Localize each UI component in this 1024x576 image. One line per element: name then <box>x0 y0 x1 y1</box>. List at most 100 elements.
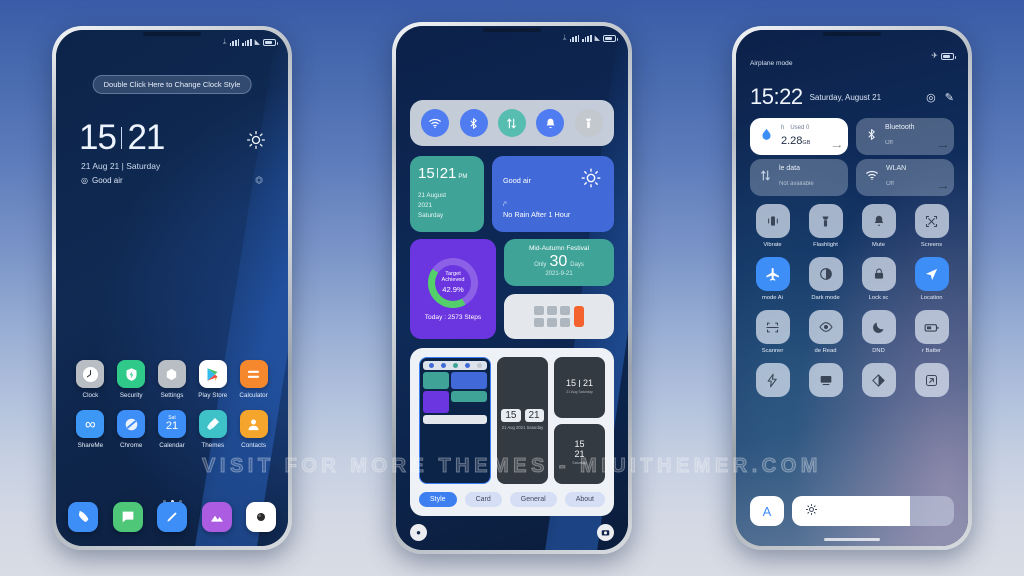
app-label: Themes <box>201 442 225 449</box>
camera-icon[interactable] <box>246 502 276 532</box>
app-clock[interactable]: Clock <box>70 360 111 399</box>
festival-widget[interactable]: Mid-Autumn Festival Only 30 Days 2021-9-… <box>504 239 614 286</box>
refresh-icon[interactable]: ⏣ <box>255 175 263 186</box>
tile-airplane-mode[interactable]: mode Ai <box>750 257 795 301</box>
tab-about[interactable]: About <box>564 492 605 507</box>
calculator-widget[interactable] <box>504 294 614 339</box>
app-label: Calculator <box>239 392 268 399</box>
sun-icon <box>246 130 266 155</box>
pencil-icon[interactable] <box>157 502 187 532</box>
air-quality-text: Good air <box>91 176 123 185</box>
mobile-data-toggle[interactable] <box>497 109 526 137</box>
app-security[interactable]: Security <box>111 360 152 399</box>
bluetooth-tile[interactable]: Bluetooth Off ⟶ <box>856 118 954 155</box>
home-indicator <box>824 538 880 541</box>
tile-flashlight[interactable]: Flashlight <box>803 204 848 248</box>
preview-row-2 <box>423 391 487 413</box>
tile-screenshot[interactable]: Screens <box>909 204 954 248</box>
data-usage-tile[interactable]: h Used 0 2.28GB ⟶ <box>750 118 848 155</box>
phone-center: ᛦ ◣ 15 21 PM 21 August 2021 Saturday Goo… <box>392 22 632 554</box>
bluetooth-toggle[interactable] <box>459 109 488 137</box>
weather-temp: /° <box>503 201 508 208</box>
bluetooth-state: Off <box>885 140 893 146</box>
tile-expand[interactable] <box>909 363 954 401</box>
wlan-tile[interactable]: WLAN Off ⟶ <box>856 159 954 196</box>
wifi-toggle[interactable] <box>421 109 450 137</box>
ring-toggle[interactable] <box>536 109 565 137</box>
app-label: Calendar <box>159 442 185 449</box>
inline-clock-digits: 15 21 <box>566 378 593 388</box>
tile-label: Flashlight <box>813 242 838 248</box>
expand-arrow-icon[interactable]: ⟶ <box>832 143 841 150</box>
tile-battery[interactable]: r Batter <box>909 310 954 354</box>
app-calendar[interactable]: Sat 21 Calendar <box>152 410 193 449</box>
tile-power-saver[interactable] <box>750 363 795 401</box>
flip-clock-card[interactable]: 15 21 21 Aug 2021 Saturday <box>497 357 548 484</box>
app-label: Play Store <box>198 392 228 399</box>
clock-style-hint[interactable]: Double Click Here to Change Clock Style <box>92 75 252 94</box>
flip-hour: 15 <box>501 409 521 423</box>
bluetooth-title: Bluetooth <box>885 124 915 131</box>
expand-arrow-icon[interactable]: ⟶ <box>938 143 947 150</box>
tile-label: Location <box>920 295 943 301</box>
tile-lock-screen[interactable]: Lock sc <box>856 257 901 301</box>
gallery-icon[interactable] <box>201 502 232 532</box>
app-label: ShareMe <box>77 442 104 449</box>
tile-cast[interactable] <box>803 363 848 401</box>
battery-icon <box>914 310 949 344</box>
weather-widget[interactable]: Good air /° No Rain After 1 Hour <box>492 156 614 232</box>
tab-card[interactable]: Card <box>464 492 502 507</box>
inline-minute: 21 <box>583 378 594 389</box>
data-amount-value: 2.28 <box>781 134 803 147</box>
signal-icon <box>229 38 240 46</box>
tab-general[interactable]: General <box>509 492 557 507</box>
tile-contrast[interactable] <box>856 363 901 401</box>
tile-reading-mode[interactable]: de Read <box>803 310 848 354</box>
phone3-screen: Airplane mode ✈ 15:22 Saturday, August 2… <box>736 30 968 546</box>
steps-widget[interactable]: Target Achieved 42.9% Today : 2573 Steps <box>410 239 496 339</box>
tile-dark-mode[interactable]: Dark mode <box>803 257 848 301</box>
lockscreen-clock[interactable]: 15 21 <box>79 118 165 158</box>
clock-widget-weekday: Saturday <box>418 211 444 219</box>
tile-location[interactable]: Location <box>909 257 954 301</box>
tile-scanner[interactable]: Scanner <box>750 310 795 354</box>
app-shareme[interactable]: ∞ ShareMe <box>70 410 111 449</box>
festival-countdown: Only 30 Days <box>512 253 606 271</box>
tile-mute[interactable]: Mute <box>856 204 901 248</box>
dock <box>68 502 276 532</box>
phone-right: Airplane mode ✈ 15:22 Saturday, August 2… <box>732 26 972 550</box>
message-icon[interactable] <box>112 502 143 532</box>
theme-editor-panel: 15 21 21 Aug 2021 Saturday 15 21 21 Aug … <box>410 348 614 516</box>
flashlight-shortcut[interactable]: ● <box>410 524 427 541</box>
clock-widget-year: 2021 <box>418 201 433 209</box>
mobile-data-tile[interactable]: le data Not available <box>750 159 848 196</box>
stacked-clock-card[interactable]: 15 21 Saturday <box>554 423 605 484</box>
app-chrome[interactable]: Chrome <box>111 410 152 449</box>
app-contacts[interactable]: Contacts <box>233 410 274 449</box>
settings-icon[interactable]: ◎ <box>926 91 936 104</box>
phone-icon[interactable] <box>68 502 98 532</box>
tile-vibrate[interactable]: Vibrate <box>750 204 795 248</box>
inline-clock-card[interactable]: 15 21 21 Aug Saturday <box>554 357 605 418</box>
edit-icon[interactable]: ✎ <box>945 91 954 104</box>
camera-shortcut[interactable] <box>597 524 614 541</box>
flashlight-toggle[interactable] <box>574 109 603 137</box>
control-center-time: 15:22 <box>750 84 803 109</box>
theme-preview-card[interactable] <box>419 357 491 484</box>
app-play-store[interactable]: Play Store <box>192 360 233 399</box>
tile-dnd[interactable]: DND <box>856 310 901 354</box>
reading-mode-icon <box>808 310 843 344</box>
stacked-minute: 21 <box>574 448 585 459</box>
festival-prefix: Only <box>534 262 547 268</box>
app-settings[interactable]: Settings <box>152 360 193 399</box>
tab-style[interactable]: Style <box>419 492 457 507</box>
airplane-icon <box>755 257 790 291</box>
clock-widget[interactable]: 15 21 PM 21 August 2021 Saturday <box>410 156 484 232</box>
festival-title: Mid-Autumn Festival <box>528 245 590 252</box>
app-themes[interactable]: Themes <box>192 410 233 449</box>
app-calculator[interactable]: Calculator <box>233 360 274 399</box>
expand-arrow-icon[interactable]: ⟶ <box>938 184 947 191</box>
brightness-slider[interactable] <box>792 496 954 526</box>
auto-brightness-toggle[interactable]: A <box>750 496 784 526</box>
gear-icon <box>157 360 186 388</box>
